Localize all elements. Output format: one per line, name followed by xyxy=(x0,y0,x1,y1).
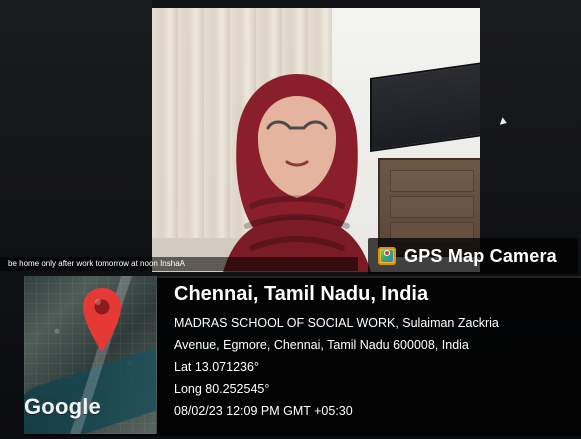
video-caption-text: be home only after work tomorrow at noon… xyxy=(0,257,358,271)
video-feed xyxy=(152,8,480,272)
gps-map-camera-text: GPS Map Camera xyxy=(404,245,557,266)
overlay-divider xyxy=(156,276,581,278)
screen-left-panel xyxy=(0,0,152,275)
map-pin-shape xyxy=(83,288,121,352)
dresser-drawer xyxy=(390,196,474,218)
map-attribution: Google xyxy=(24,394,101,419)
gps-map-camera-icon xyxy=(378,247,396,265)
address-line-2: Avenue, Egmore, Chennai, Tamil Nadu 6000… xyxy=(174,338,469,352)
latitude: Lat 13.071236° xyxy=(174,360,259,374)
dresser-drawer xyxy=(390,170,474,192)
monitor-screen: be home only after work tomorrow at noon… xyxy=(0,0,581,275)
map-pin-icon xyxy=(83,288,121,352)
datetime: 08/02/23 12:09 PM GMT +05:30 xyxy=(174,404,353,418)
screen-right-panel xyxy=(480,0,581,275)
location-title: Chennai, Tamil Nadu, India xyxy=(174,283,429,305)
gps-map-camera-label: GPS Map Camera xyxy=(368,238,578,274)
longitude: Long 80.252545° xyxy=(174,382,270,396)
address-line-1: MADRAS SCHOOL OF SOCIAL WORK, Sulaiman Z… xyxy=(174,316,499,330)
map-pin-highlight xyxy=(95,299,101,305)
photo-frame: be home only after work tomorrow at noon… xyxy=(0,0,581,439)
location-info: Chennai, Tamil Nadu, India MADRAS SCHOOL… xyxy=(174,282,576,422)
